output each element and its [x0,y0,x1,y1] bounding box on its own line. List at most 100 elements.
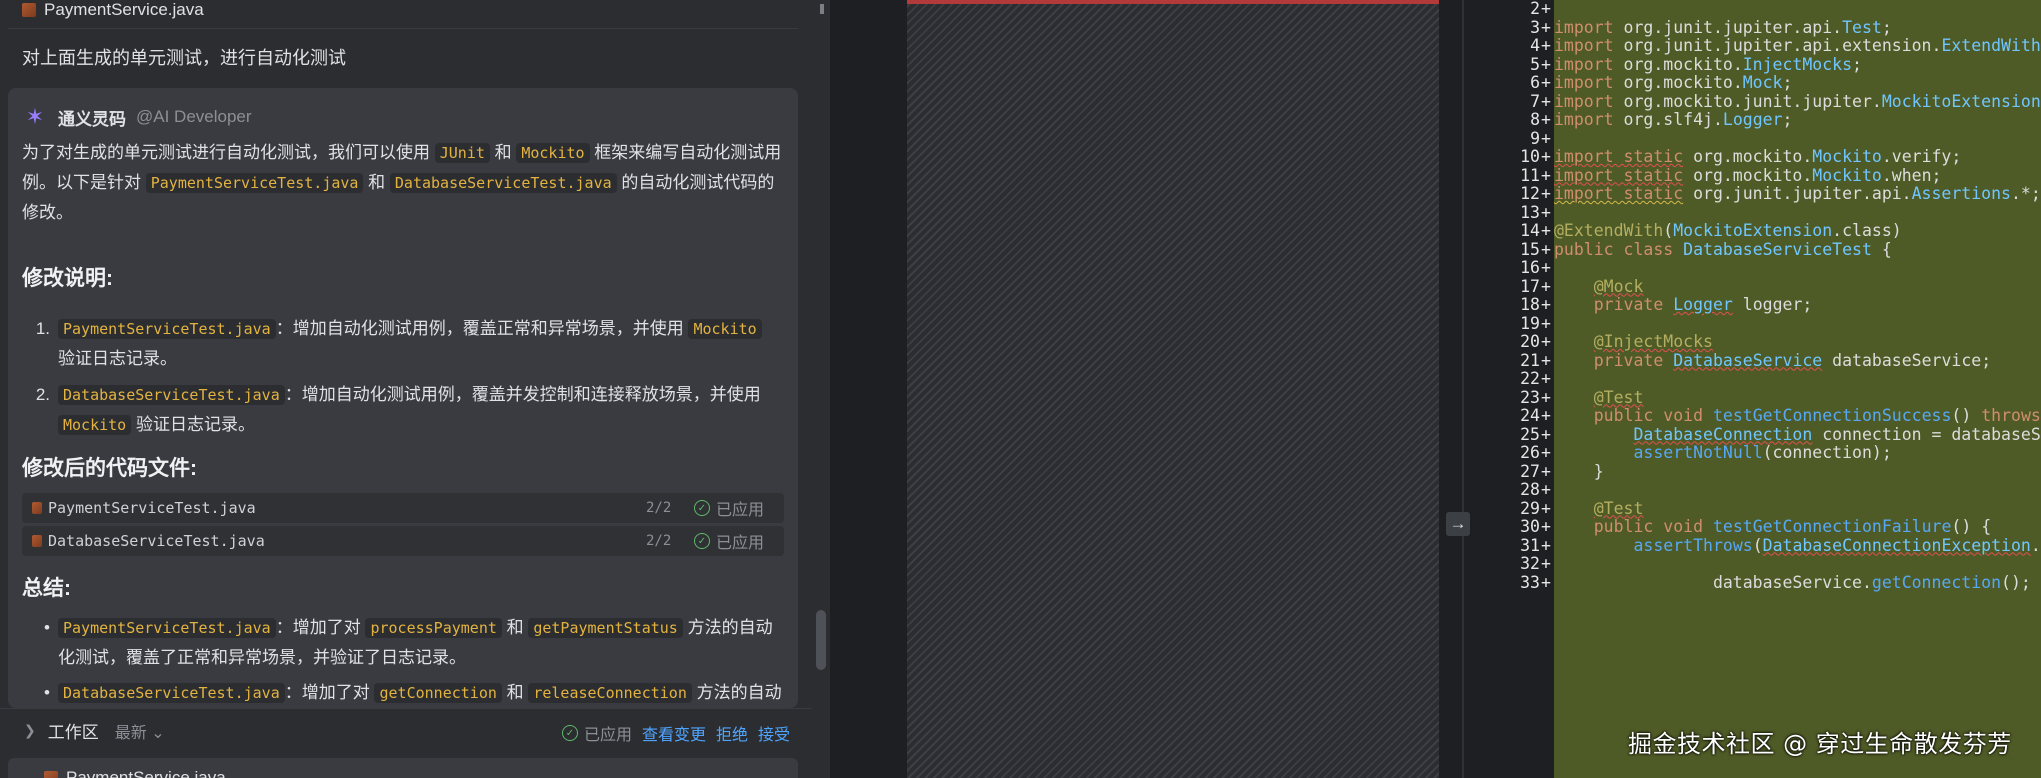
code-line[interactable]: 4 + import org.junit.jupiter.api.extension… [1470,36,2041,56]
code-line[interactable]: 26 + assertNotNull(connection); [1470,443,2041,463]
code-line[interactable]: 21 + private DatabaseService databaseServ… [1470,350,2041,371]
line-number: 8 [1530,110,1540,129]
apply-change-arrow-icon[interactable]: → [1446,512,1470,536]
scrollbar-thumb[interactable] [816,610,826,670]
code-text: import static org.mockito.Mockito.when; [1554,165,1942,185]
java-file-icon [22,3,36,17]
chevron-down-icon: ⌄ [151,724,165,742]
code-text: import org.mockito.junit.jupiter.Mockito… [1554,91,2041,111]
added-line-marker: + [1541,36,1551,55]
chat-scrollbar[interactable] [812,0,830,778]
added-line-marker: + [1541,295,1551,314]
code-line[interactable]: 30 + public void testGetConnectionFailure… [1470,517,2041,537]
added-line-marker: + [1541,443,1551,462]
code-line[interactable]: 19 + [1470,313,2041,334]
view-changes-link[interactable]: 查看变更 [642,721,706,745]
code-line[interactable]: 13 + [1470,202,2041,223]
changed-file-row[interactable]: DatabaseServiceTest.java 2/2 ✓ 已应用 [22,526,784,556]
code-text: import org.slf4j.Logger; [1554,110,1793,129]
code-text: import static org.junit.jupiter.api.Asse… [1554,184,2041,203]
text: ：增加自动化测试用例，覆盖并发控制和连接释放场景，并使用 [284,385,761,404]
watermark: 掘金技术社区 @ 穿过生命散发芬芳 [1628,730,2012,758]
code-line[interactable]: 15 + public class DatabaseServiceTest { [1470,240,2041,260]
list-item: 1. PaymentServiceTest.java ：增加自动化测试用例，覆盖正… [22,314,782,374]
chevron-right-icon[interactable]: ❯ [24,722,36,739]
code-editor-pane[interactable]: 2 +3 + import org.junit.jupiter.api.Test; 4 +… [1470,0,2041,778]
code-line[interactable]: 33 + databaseService.getConnection(); [1470,573,2041,593]
line-number: 16 [1520,258,1540,277]
line-number: 26 [1520,443,1540,462]
code-line[interactable]: 8 + import org.slf4j.Logger; [1470,110,2041,130]
diff-divider [1439,0,1459,778]
added-line-marker: + [1541,73,1551,92]
code-text: public void testGetConnectionSuccess() t… [1593,406,2041,425]
code-text: @InjectMocks [1593,332,1713,351]
line-number: 30 [1520,517,1540,536]
line-number: 28 [1520,480,1540,499]
workspace-label: 工作区 [47,723,99,742]
list-number: 2. [35,385,50,404]
added-line-marker: + [1541,535,1551,555]
code-text: private DatabaseService databaseService; [1593,350,1992,370]
code-line[interactable]: 16 + [1470,258,2041,278]
applied-status: ✓ 已应用 [694,496,784,520]
line-number: 10 [1520,147,1540,166]
code-line[interactable]: 7 + import org.mockito.junit.jupiter.Mocki… [1470,91,2041,112]
list-number: 1. [35,319,50,338]
code-line[interactable]: 18 + private Logger logger; [1470,295,2041,315]
code-line[interactable]: 23 + @Test [1470,387,2041,408]
code-text: private Logger logger; [1593,295,1813,314]
code-line[interactable]: 9 + [1470,129,2041,149]
added-line-marker: + [1541,258,1551,277]
accept-link[interactable]: 接受 [758,721,790,745]
code-line[interactable]: 27 + } [1470,462,2041,482]
latest-dropdown[interactable]: 最新 ⌄ [115,719,165,743]
code-line[interactable]: 28 + [1470,480,2041,500]
line-number: 23 [1520,387,1540,407]
code-line[interactable]: 14 + @ExtendWith(MockitoExtension.class) [1470,221,2041,241]
line-number: 19 [1520,313,1540,333]
line-number: 29 [1520,498,1540,518]
code-text: import static org.mockito.Mockito.verify… [1554,147,1962,166]
added-line-marker: + [1541,165,1551,185]
workspace-bar: ❯ 工作区 最新 ⌄ ✓ 已应用 查看变更 拒绝 接受 [0,708,812,752]
code-line[interactable]: 12 + import static org.junit.jupiter.api.A… [1470,184,2041,204]
change-count: 2/2 [646,500,672,516]
reject-link[interactable]: 拒绝 [716,721,748,745]
code-line[interactable]: 20 + @InjectMocks [1470,332,2041,352]
ai-chat-panel: PaymentService.java 对上面生成的单元测试，进行自动化测试 ✶… [0,0,812,778]
line-number: 31 [1520,535,1540,555]
line-number: 6 [1530,73,1540,92]
code-line[interactable]: 17 + @Mock [1470,276,2041,297]
code-line[interactable]: 24 + public void testGetConnectionSuccess… [1470,406,2041,426]
code-line[interactable]: 29 + @Test [1470,498,2041,519]
line-number: 5 [1530,54,1540,74]
check-circle-icon: ✓ [561,725,578,741]
code-line[interactable]: 25 + DatabaseConnection connection = data… [1470,425,2041,445]
added-line-marker: + [1541,276,1551,296]
code-text: import org.junit.jupiter.api.Test; [1554,17,1892,37]
inline-code: PaymentServiceTest.java [58,618,276,638]
code-line[interactable]: 11 + import static org.mockito.Mockito.whe… [1470,165,2041,186]
summary-heading: 总结: [22,577,71,600]
code-line[interactable]: 6 + import org.mockito.Mock; [1470,73,2041,93]
inline-code: DatabaseServiceTest.java [58,683,285,703]
code-line[interactable]: 5 + import org.mockito.InjectMocks; [1470,54,2041,75]
added-line-marker: + [1541,313,1551,333]
code-text: import org.mockito.InjectMocks; [1554,54,1862,74]
code-line[interactable]: 32 + [1470,554,2041,574]
latest-label: 最新 [114,724,147,742]
inline-code: JUnit [434,143,490,163]
added-line-marker: + [1541,221,1551,240]
changed-file-row[interactable]: PaymentServiceTest.java 2/2 ✓ 已应用 [22,493,784,523]
context-file-chip[interactable]: PaymentService.java [8,0,214,24]
status-label: 已应用 [716,502,765,519]
line-number: 13 [1520,202,1540,222]
context-file-chip[interactable]: PaymentService.java [8,758,798,778]
code-line[interactable]: 22 + [1470,369,2041,389]
code-line[interactable]: 3 + import org.junit.jupiter.api.Test; [1470,17,2041,38]
code-line[interactable]: 2 + [1470,0,2041,19]
code-line[interactable]: 31 + assertThrows(DatabaseConnectionExcep… [1470,535,2041,556]
inline-code: PaymentServiceTest.java [58,319,276,339]
code-line[interactable]: 10 + import static org.mockito.Mockito.ver… [1470,147,2041,167]
